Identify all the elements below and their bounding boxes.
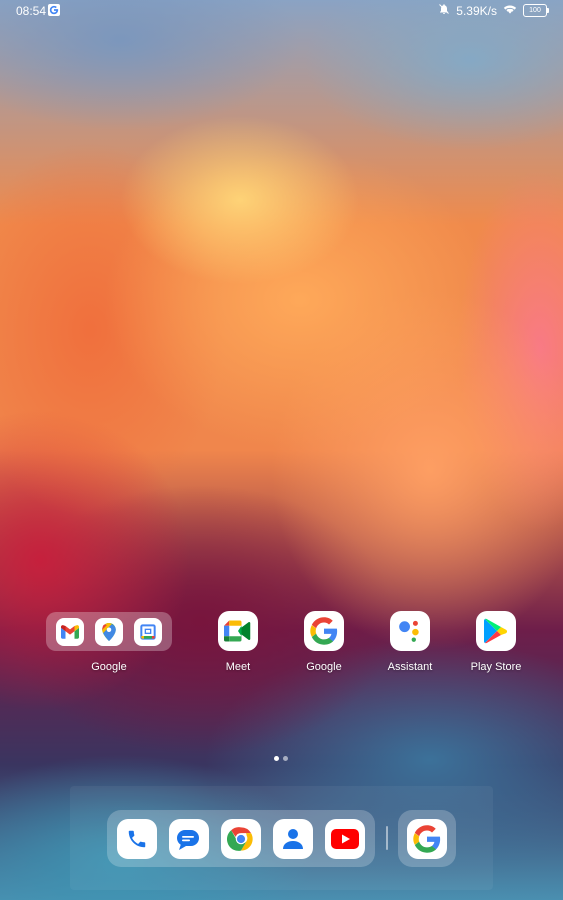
battery-icon: 100 <box>523 4 549 17</box>
play-store-app[interactable] <box>456 611 536 651</box>
youtube-icon[interactable] <box>325 818 365 859</box>
play-store-label: Play Store <box>470 661 522 673</box>
google-label: Google <box>306 661 342 673</box>
google-icon <box>304 611 344 651</box>
dock-divider <box>386 826 388 850</box>
page-dot <box>283 756 288 761</box>
assistant-app[interactable] <box>370 611 450 651</box>
page-dot-active <box>274 756 279 761</box>
maps-icon <box>94 617 123 646</box>
status-bar: 08:54 5.39K/s 100 <box>0 0 563 20</box>
calendar-icon <box>134 617 163 646</box>
meet-app[interactable] <box>198 611 278 651</box>
meet-icon <box>218 611 258 651</box>
google-app[interactable] <box>284 611 364 651</box>
wifi-icon <box>503 3 517 18</box>
folder-label: Google <box>91 661 127 673</box>
wallpaper <box>0 0 563 900</box>
contacts-icon[interactable] <box>273 818 313 859</box>
status-right: 5.39K/s 100 <box>438 3 549 18</box>
google-notification-icon <box>48 4 60 16</box>
assistant-icon <box>390 611 430 651</box>
chrome-icon[interactable] <box>221 818 261 859</box>
meet-label: Meet <box>225 661 251 673</box>
gmail-icon <box>55 617 84 646</box>
page-indicator <box>274 756 288 761</box>
dock-recent-app <box>398 810 456 867</box>
messages-icon[interactable] <box>169 818 209 859</box>
network-speed: 5.39K/s <box>456 3 497 18</box>
google-icon[interactable] <box>407 818 447 859</box>
phone-icon[interactable] <box>117 818 157 859</box>
mute-icon <box>438 3 450 18</box>
play-store-icon <box>476 611 516 651</box>
dock <box>107 810 375 867</box>
assistant-label: Assistant <box>387 661 433 673</box>
google-folder[interactable] <box>46 612 172 651</box>
status-time: 08:54 <box>16 4 47 18</box>
